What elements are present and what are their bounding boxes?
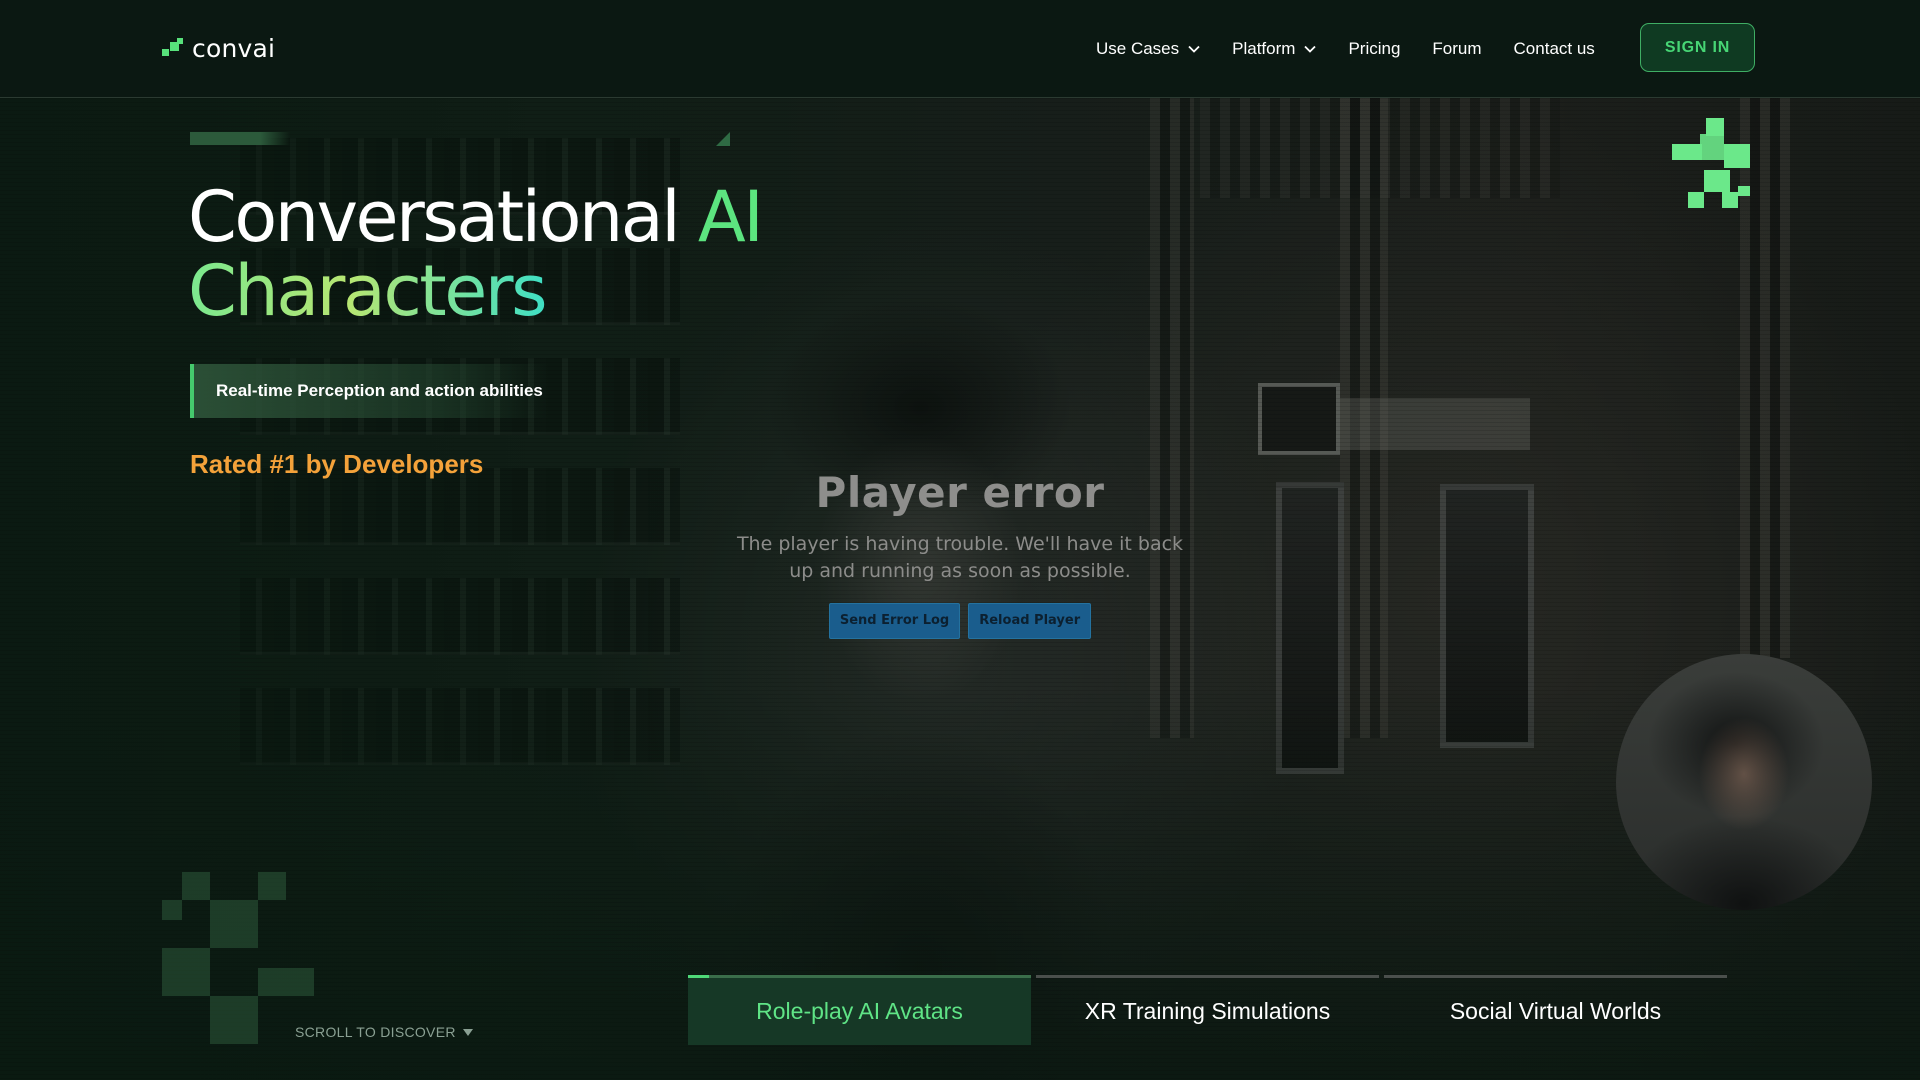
tab-progress-bar xyxy=(688,975,709,978)
hero-title: Conversational AI Characters xyxy=(188,180,808,328)
nav-forum[interactable]: Forum xyxy=(1432,39,1481,59)
scroll-label: SCROLL TO DISCOVER xyxy=(295,1024,456,1040)
title-accent-bar xyxy=(190,132,290,145)
avatar-bubble[interactable] xyxy=(1616,654,1872,910)
nav-platform[interactable]: Platform xyxy=(1232,38,1317,59)
nav-label: Contact us xyxy=(1513,38,1595,58)
tab-role-play-ai-avatars[interactable]: Role-play AI Avatars xyxy=(688,975,1031,1045)
nav-label: Pricing xyxy=(1348,38,1401,58)
chevron-down-icon xyxy=(1188,45,1200,53)
perception-label: Real-time Perception and action abilitie… xyxy=(216,381,543,400)
main-nav: Use Cases Platform Pricing Forum Contact… xyxy=(1096,0,1627,97)
send-error-log-button[interactable]: Send Error Log xyxy=(828,603,961,639)
nav-use-cases[interactable]: Use Cases xyxy=(1096,39,1200,59)
chevron-down-icon xyxy=(1304,45,1317,53)
reload-player-button[interactable]: Reload Player xyxy=(968,603,1092,639)
tab-xr-training-simulations[interactable]: XR Training Simulations xyxy=(1036,975,1379,1045)
hero-title-part1: Conversational xyxy=(188,176,698,258)
sign-in-button[interactable]: SIGN IN xyxy=(1640,23,1755,72)
nav-label: Use Cases xyxy=(1096,38,1180,58)
nav-pricing[interactable]: Pricing xyxy=(1348,39,1400,59)
perception-callout: Real-time Perception and action abilitie… xyxy=(190,364,550,418)
player-actions: Send Error Log Reload Player xyxy=(700,603,1220,639)
tab-social-virtual-worlds[interactable]: Social Virtual Worlds xyxy=(1384,975,1727,1045)
rated-badge: Rated #1 by Developers xyxy=(190,449,484,479)
tab-label: Role-play AI Avatars xyxy=(756,998,963,1024)
nav-label: Forum xyxy=(1432,38,1482,58)
nav-label: Platform xyxy=(1232,38,1296,58)
caret-down-icon xyxy=(462,1028,473,1036)
convai-logo-icon xyxy=(162,38,186,58)
decorative-squares xyxy=(162,872,322,1047)
scroll-to-discover[interactable]: SCROLL TO DISCOVER xyxy=(295,1024,473,1040)
player-error-panel: Player error The player is having troubl… xyxy=(700,468,1220,639)
tab-label: XR Training Simulations xyxy=(1084,998,1331,1024)
convai-logo[interactable]: convai xyxy=(162,32,275,64)
hero-title-characters: Characters xyxy=(188,250,548,332)
pixel-logo-mark xyxy=(1672,118,1762,218)
brand-name: convai xyxy=(192,33,276,63)
top-navbar: convai Use Cases Platform Pricing Forum … xyxy=(0,0,1920,98)
player-error-title: Player error xyxy=(815,468,1105,517)
nav-contact-us[interactable]: Contact us xyxy=(1514,39,1595,59)
use-case-tabs: Role-play AI Avatars XR Training Simulat… xyxy=(688,975,1732,1045)
hero-title-ai: AI xyxy=(697,176,764,258)
player-error-message: The player is having trouble. We'll have… xyxy=(736,533,1184,582)
tab-label: Social Virtual Worlds xyxy=(1449,998,1662,1024)
landing-page: convai Use Cases Platform Pricing Forum … xyxy=(0,0,1920,1080)
title-accent-corner xyxy=(716,132,730,146)
